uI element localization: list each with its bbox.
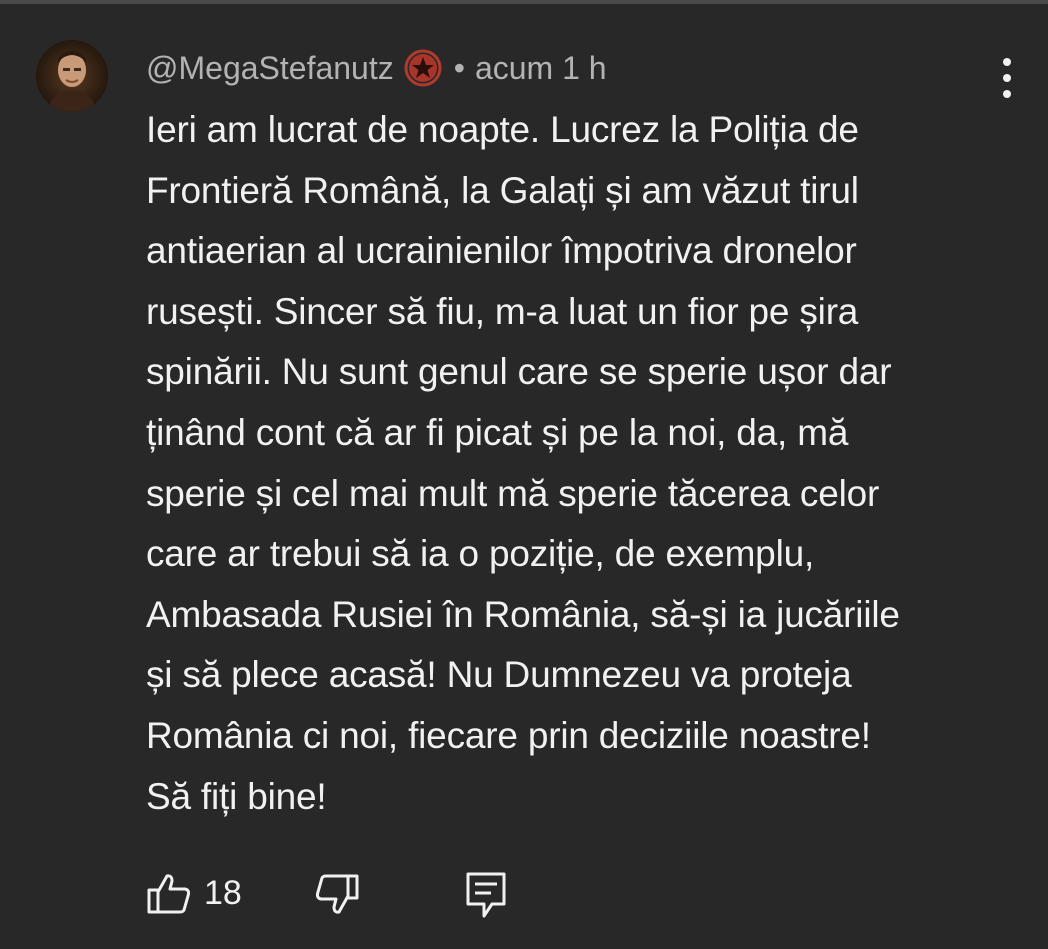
thumbs-down-icon[interactable]: [314, 872, 360, 918]
comment-reply-icon[interactable]: [464, 870, 510, 920]
author-name[interactable]: @MegaStefanutz: [146, 50, 394, 87]
like-count: 18: [204, 874, 242, 912]
thumbs-up-icon[interactable]: [146, 870, 192, 916]
comment-actions: 18: [146, 866, 546, 924]
separator-dot: •: [453, 49, 465, 86]
more-vertical-icon[interactable]: [992, 56, 1022, 100]
avatar-image: [36, 40, 108, 112]
top-divider: [0, 0, 1048, 4]
comment-time[interactable]: acum 1 h: [475, 50, 607, 87]
comment-text: Ieri am lucrat de noapte. Lucrez la Poli…: [146, 109, 900, 817]
comment-header: @MegaStefanutz • acum 1 h: [146, 44, 607, 92]
avatar[interactable]: [36, 40, 108, 112]
red-star-badge-icon: [404, 49, 442, 87]
